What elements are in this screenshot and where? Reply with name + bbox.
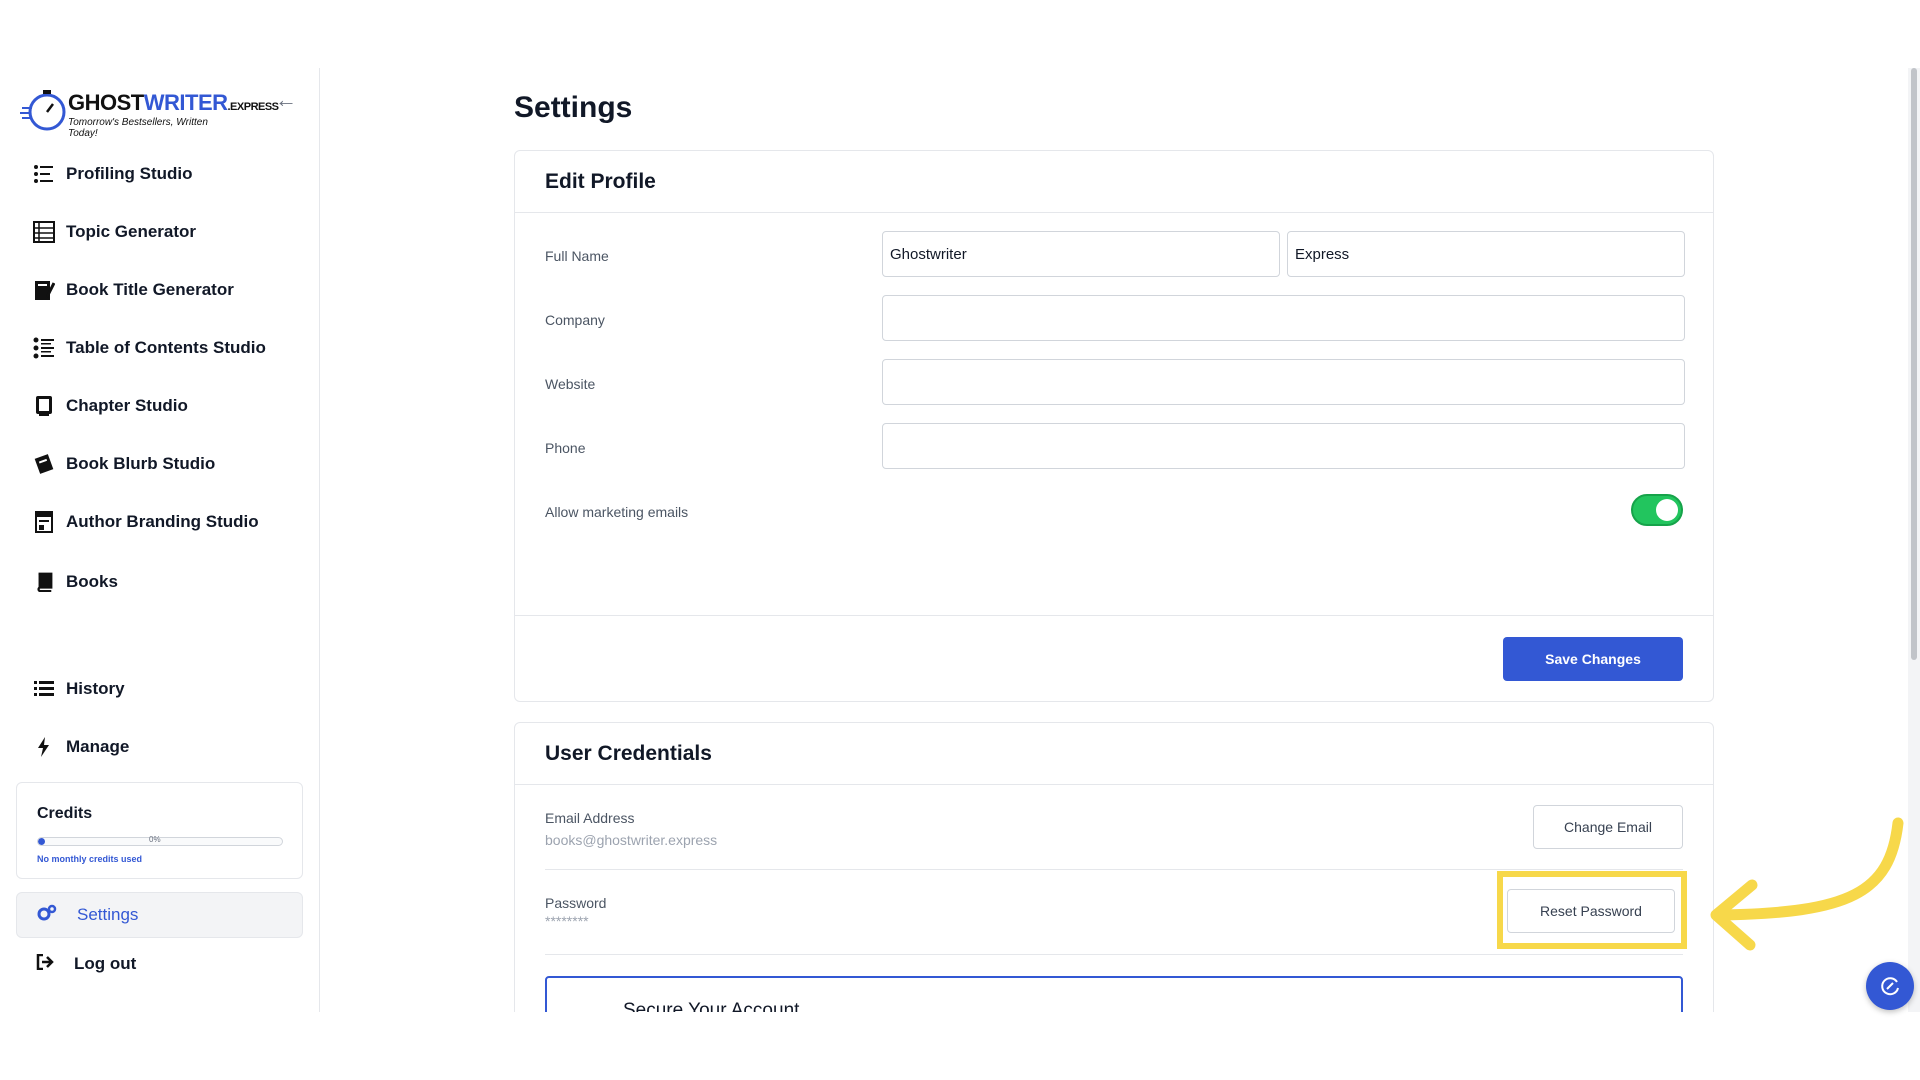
sidebar-item-manage[interactable]: Manage (32, 731, 129, 763)
sidebar-item-logout[interactable]: Log out (36, 948, 136, 980)
credits-note: No monthly credits used (37, 854, 143, 864)
company-input[interactable] (882, 295, 1685, 341)
edit-profile-footer: Save Changes (515, 615, 1713, 701)
sidebar-item-books[interactable]: Books (32, 566, 118, 598)
edit-profile-header: Edit Profile (515, 151, 1713, 213)
sidebar-item-label: Book Title Generator (66, 280, 234, 299)
scrollbar-thumb[interactable] (1911, 68, 1917, 660)
topic-list-icon (32, 220, 56, 244)
sidebar-item-table-of-contents-studio[interactable]: Table of Contents Studio (32, 332, 266, 364)
user-credentials-card: User Credentials Email Address books@gho… (514, 722, 1714, 1012)
secure-account-banner: Secure Your Account (545, 976, 1683, 1012)
branding-page-icon (32, 510, 56, 534)
sidebar: GHOSTWRITER.EXPRESS Tomorrow's Bestselle… (0, 68, 320, 1012)
logo-wordmark: GHOSTWRITER.EXPRESS (68, 90, 279, 115)
gears-icon (37, 904, 57, 927)
app-logo[interactable]: GHOSTWRITER.EXPRESS Tomorrow's Bestselle… (20, 86, 279, 139)
logo-tagline: Tomorrow's Bestsellers, Written Today! (68, 117, 208, 139)
sidebar-item-label: History (66, 679, 125, 698)
sidebar-item-history[interactable]: History (32, 673, 125, 705)
profiling-list-icon (32, 162, 56, 186)
save-changes-button[interactable]: Save Changes (1503, 637, 1683, 681)
sidebar-item-settings[interactable]: Settings (16, 892, 303, 938)
edit-profile-card: Edit Profile Full Name Company Website P… (514, 150, 1714, 702)
edit-profile-heading: Edit Profile (545, 169, 656, 193)
stopwatch-logo-icon (20, 90, 66, 131)
sidebar-item-book-blurb-studio[interactable]: Book Blurb Studio (32, 448, 215, 480)
sidebar-item-author-branding-studio[interactable]: Author Branding Studio (32, 506, 259, 538)
email-address-value: books@ghostwriter.express (545, 832, 718, 848)
book-pen-icon (32, 278, 56, 302)
sidebar-item-label: Manage (66, 737, 130, 756)
sidebar-item-label: Table of Contents Studio (66, 338, 266, 357)
website-label: Website (545, 376, 596, 392)
last-name-input[interactable] (1287, 231, 1685, 277)
password-label: Password (545, 895, 607, 911)
sidebar-item-label: Log out (74, 954, 137, 973)
sidebar-item-label: Profiling Studio (66, 164, 193, 183)
change-email-button[interactable]: Change Email (1533, 805, 1683, 849)
sidebar-item-label: Book Blurb Studio (66, 454, 216, 473)
page-title: Settings (514, 91, 633, 124)
sidebar-item-label: Books (66, 572, 118, 591)
phone-label: Phone (545, 440, 586, 456)
credits-title: Credits (37, 805, 93, 822)
full-name-label: Full Name (545, 248, 609, 264)
reset-password-button[interactable]: Reset Password (1507, 889, 1675, 933)
logout-icon (36, 953, 54, 975)
sidebar-item-topic-generator[interactable]: Topic Generator (32, 216, 196, 248)
history-list-icon (32, 677, 56, 701)
toc-list-icon (32, 336, 56, 360)
marketing-emails-toggle[interactable] (1631, 494, 1683, 526)
annotation-arrow-icon (1710, 817, 1904, 951)
book-icon (32, 570, 56, 594)
credentials-divider (545, 869, 1683, 870)
sidebar-item-label: Author Branding Studio (66, 512, 259, 531)
credits-panel: Credits 0% No monthly credits used (16, 782, 303, 879)
email-address-label: Email Address (545, 810, 635, 826)
lightning-icon (32, 735, 56, 759)
sidebar-item-book-title-generator[interactable]: Book Title Generator (32, 274, 234, 306)
sidebar-item-chapter-studio[interactable]: Chapter Studio (32, 390, 188, 422)
credits-percent: 0% (149, 835, 161, 844)
chapter-book-icon (32, 394, 56, 418)
chat-icon (1881, 977, 1899, 996)
first-name-input[interactable] (882, 231, 1280, 277)
sidebar-item-label: Settings (77, 905, 139, 924)
phone-input[interactable] (882, 423, 1685, 469)
company-label: Company (545, 312, 605, 328)
page-scrollbar[interactable] (1908, 68, 1920, 1012)
website-input[interactable] (882, 359, 1685, 405)
password-value: ******** (545, 913, 589, 929)
app-window: GHOSTWRITER.EXPRESS Tomorrow's Bestselle… (0, 68, 1920, 1012)
sidebar-item-label: Chapter Studio (66, 396, 188, 415)
sidebar-item-label: Topic Generator (66, 222, 197, 241)
credits-progress-fill (38, 838, 46, 845)
user-credentials-header: User Credentials (515, 723, 1713, 785)
blurb-books-icon (32, 452, 56, 476)
collapse-sidebar-arrow-icon[interactable]: ← (274, 88, 298, 112)
credentials-divider (545, 954, 1683, 955)
marketing-emails-label: Allow marketing emails (545, 504, 689, 520)
secure-account-title: Secure Your Account (623, 1000, 800, 1012)
user-credentials-heading: User Credentials (545, 741, 712, 765)
sidebar-item-profiling-studio[interactable]: Profiling Studio (32, 158, 193, 190)
help-chat-button[interactable] (1866, 962, 1914, 1010)
